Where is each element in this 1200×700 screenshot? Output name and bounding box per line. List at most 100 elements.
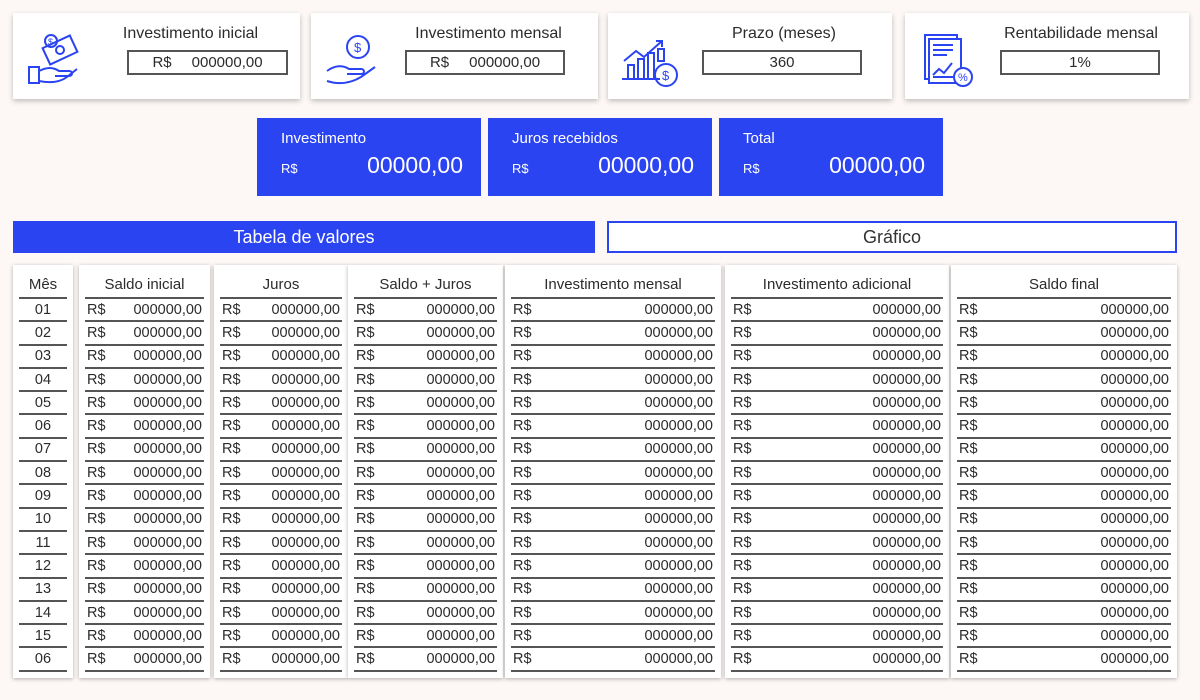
value-cell[interactable]: R$ 000000,00: [731, 555, 943, 579]
value-cell[interactable]: R$ 000000,00: [957, 555, 1171, 579]
value-cell[interactable]: R$ 000000,00: [511, 602, 715, 626]
value-cell[interactable]: R$ 000000,00: [731, 416, 943, 439]
value-cell[interactable]: R$ 000000,00: [85, 346, 204, 369]
value-cell[interactable]: R$ 000000,00: [957, 322, 1171, 346]
initial-investment-field[interactable]: R$ 000000,00: [127, 50, 288, 75]
value-cell[interactable]: R$ 000000,00: [85, 439, 204, 463]
value-cell[interactable]: R$ 000000,00: [731, 625, 943, 649]
term-months-field[interactable]: 360: [702, 50, 862, 75]
value-cell[interactable]: R$ 000000,00: [511, 485, 715, 509]
value-cell[interactable]: R$ 000000,00: [85, 579, 204, 602]
value-cell[interactable]: R$ 000000,00: [85, 532, 204, 556]
value-cell[interactable]: R$ 000000,00: [957, 579, 1171, 602]
value-cell[interactable]: R$ 000000,00: [731, 299, 943, 323]
value-cell[interactable]: R$ 000000,00: [731, 322, 943, 346]
value-cell[interactable]: R$ 000000,00: [354, 649, 497, 672]
tab-grafico[interactable]: Gráfico: [607, 221, 1177, 253]
value-cell[interactable]: R$ 000000,00: [957, 462, 1171, 486]
value-cell[interactable]: R$ 000000,00: [220, 555, 342, 579]
value-cell[interactable]: R$ 000000,00: [511, 299, 715, 323]
value-cell[interactable]: R$ 000000,00: [511, 322, 715, 346]
value-cell[interactable]: R$ 000000,00: [354, 462, 497, 486]
value-cell[interactable]: R$ 000000,00: [511, 649, 715, 672]
value-cell[interactable]: R$ 000000,00: [85, 299, 204, 323]
value-cell[interactable]: R$ 000000,00: [220, 346, 342, 369]
value-cell[interactable]: R$ 000000,00: [220, 625, 342, 649]
value-cell[interactable]: R$ 000000,00: [220, 532, 342, 556]
value-cell[interactable]: R$ 000000,00: [957, 392, 1171, 416]
value-cell[interactable]: R$ 000000,00: [220, 299, 342, 323]
value-cell[interactable]: R$ 000000,00: [731, 602, 943, 626]
monthly-investment-field[interactable]: R$ 000000,00: [405, 50, 565, 75]
value-cell[interactable]: R$ 000000,00: [354, 485, 497, 509]
value-cell[interactable]: R$ 000000,00: [85, 322, 204, 346]
value-cell[interactable]: R$ 000000,00: [957, 439, 1171, 463]
value-cell[interactable]: R$ 000000,00: [511, 369, 715, 393]
value-cell[interactable]: R$ 000000,00: [957, 625, 1171, 649]
value-cell[interactable]: R$ 000000,00: [220, 392, 342, 416]
value-cell[interactable]: R$ 000000,00: [85, 602, 204, 626]
value-cell[interactable]: R$ 000000,00: [354, 532, 497, 556]
value-cell[interactable]: R$ 000000,00: [85, 625, 204, 649]
value-cell[interactable]: R$ 000000,00: [220, 369, 342, 393]
value-cell[interactable]: R$ 000000,00: [731, 439, 943, 463]
value-cell[interactable]: R$ 000000,00: [511, 555, 715, 579]
value-cell[interactable]: R$ 000000,00: [354, 322, 497, 346]
value-cell[interactable]: R$ 000000,00: [731, 532, 943, 556]
value-cell[interactable]: R$ 000000,00: [731, 579, 943, 602]
value-cell[interactable]: R$ 000000,00: [511, 579, 715, 602]
tab-tabela-de-valores[interactable]: Tabela de valores: [13, 221, 595, 253]
value-cell[interactable]: R$ 000000,00: [220, 579, 342, 602]
value-cell[interactable]: R$ 000000,00: [354, 555, 497, 579]
value-cell[interactable]: R$ 000000,00: [85, 555, 204, 579]
value-cell[interactable]: R$ 000000,00: [511, 346, 715, 369]
value-cell[interactable]: R$ 000000,00: [957, 485, 1171, 509]
value-cell[interactable]: R$ 000000,00: [957, 369, 1171, 393]
value-cell[interactable]: R$ 000000,00: [511, 439, 715, 463]
value-cell[interactable]: R$ 000000,00: [220, 485, 342, 509]
value-cell[interactable]: R$ 000000,00: [731, 462, 943, 486]
value-cell[interactable]: R$ 000000,00: [220, 509, 342, 532]
value-cell[interactable]: R$ 000000,00: [511, 625, 715, 649]
value-cell[interactable]: R$ 000000,00: [957, 416, 1171, 439]
value-cell[interactable]: R$ 000000,00: [957, 346, 1171, 369]
value-cell[interactable]: R$ 000000,00: [220, 439, 342, 463]
value-cell[interactable]: R$ 000000,00: [957, 602, 1171, 626]
value-cell[interactable]: R$ 000000,00: [85, 416, 204, 439]
value-cell[interactable]: R$ 000000,00: [354, 416, 497, 439]
value-cell[interactable]: R$ 000000,00: [957, 532, 1171, 556]
value-cell[interactable]: R$ 000000,00: [511, 416, 715, 439]
value-cell[interactable]: R$ 000000,00: [511, 392, 715, 416]
value-cell[interactable]: R$ 000000,00: [220, 602, 342, 626]
value-cell[interactable]: R$ 000000,00: [85, 369, 204, 393]
value-cell[interactable]: R$ 000000,00: [511, 462, 715, 486]
value-cell[interactable]: R$ 000000,00: [957, 299, 1171, 323]
value-cell[interactable]: R$ 000000,00: [354, 392, 497, 416]
value-cell[interactable]: R$ 000000,00: [957, 509, 1171, 532]
value-cell[interactable]: R$ 000000,00: [511, 532, 715, 556]
value-cell[interactable]: R$ 000000,00: [85, 485, 204, 509]
value-cell[interactable]: R$ 000000,00: [354, 579, 497, 602]
value-cell[interactable]: R$ 000000,00: [731, 509, 943, 532]
value-cell[interactable]: R$ 000000,00: [85, 649, 204, 672]
monthly-return-field[interactable]: 1%: [1000, 50, 1160, 75]
value-cell[interactable]: R$ 000000,00: [731, 369, 943, 393]
value-cell[interactable]: R$ 000000,00: [354, 299, 497, 323]
value-cell[interactable]: R$ 000000,00: [731, 392, 943, 416]
value-cell[interactable]: R$ 000000,00: [220, 462, 342, 486]
value-cell[interactable]: R$ 000000,00: [354, 439, 497, 463]
value-cell[interactable]: R$ 000000,00: [85, 462, 204, 486]
value-cell[interactable]: R$ 000000,00: [731, 346, 943, 369]
value-cell[interactable]: R$ 000000,00: [354, 346, 497, 369]
value-cell[interactable]: R$ 000000,00: [220, 649, 342, 672]
value-cell[interactable]: R$ 000000,00: [354, 602, 497, 626]
value-cell[interactable]: R$ 000000,00: [731, 649, 943, 672]
value-cell[interactable]: R$ 000000,00: [354, 625, 497, 649]
value-cell[interactable]: R$ 000000,00: [354, 509, 497, 532]
value-cell[interactable]: R$ 000000,00: [354, 369, 497, 393]
value-cell[interactable]: R$ 000000,00: [220, 322, 342, 346]
value-cell[interactable]: R$ 000000,00: [511, 509, 715, 532]
value-cell[interactable]: R$ 000000,00: [85, 392, 204, 416]
value-cell[interactable]: R$ 000000,00: [731, 485, 943, 509]
value-cell[interactable]: R$ 000000,00: [85, 509, 204, 532]
